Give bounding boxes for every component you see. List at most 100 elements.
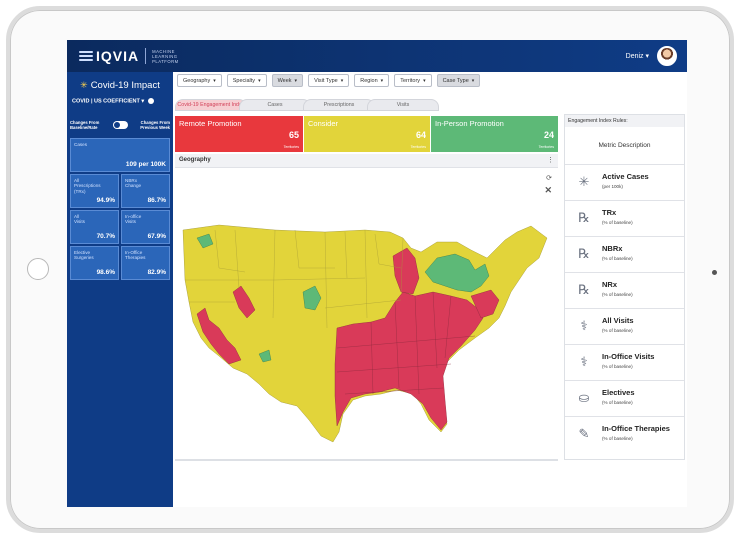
category-remote-promotion[interactable]: Remote Promotion 65 Territories xyxy=(175,116,303,152)
coefficient-label[interactable]: COVID | US COEFFICIENT ▾ xyxy=(72,98,144,104)
rule-sub: (% of baseline) xyxy=(602,256,633,261)
tab-cases[interactable]: Cases xyxy=(239,99,311,111)
caret-down-icon: ▾ xyxy=(294,77,298,84)
category-count: 24 xyxy=(543,130,554,140)
filter-bar: Geography ▾ Specialty ▾ Week ▾ Visit Type ▾ … xyxy=(177,74,685,90)
rule-nbrx: ℞ NBRx (% of baseline) xyxy=(565,237,684,273)
tile-value: 70.7% xyxy=(96,233,115,240)
filter-specialty[interactable]: Specialty ▾ xyxy=(226,74,267,87)
logo-subtitle: MACHINE LEARNING PLATFORM xyxy=(152,48,179,64)
sidebar-title: ✳ Covid-19 Impact xyxy=(67,80,173,91)
rule-sub: (% of baseline) xyxy=(602,400,633,405)
category-count: 64 xyxy=(415,130,426,140)
tile-label: All Prescriptions (TRx) xyxy=(74,178,101,194)
home-button[interactable] xyxy=(27,258,49,280)
category-consider[interactable]: Consider 64 Territories xyxy=(304,116,430,152)
rules-title: Engagement Index Rules: xyxy=(565,115,684,127)
category-count: 65 xyxy=(288,130,299,140)
close-icon[interactable]: ✕ xyxy=(544,185,552,196)
caret-down-icon: ▾ xyxy=(380,77,384,84)
sidebar-title-text: Covid-19 Impact xyxy=(90,80,160,91)
tile-value: 67.9% xyxy=(147,233,166,240)
tab-prescriptions[interactable]: Prescriptions xyxy=(303,99,375,111)
toggle-right-label: Changes From Previous Week xyxy=(140,120,170,130)
tile-trx[interactable]: All Prescriptions (TRx) 94.9% xyxy=(70,174,119,208)
caret-down-icon: ▾ xyxy=(471,77,475,84)
rule-sub: (% of baseline) xyxy=(602,220,633,225)
iqvia-mark-icon xyxy=(79,51,93,61)
rule-title: All Visits xyxy=(602,316,634,325)
rx-icon: ℞ xyxy=(578,210,590,225)
toggle-left-label: Changes From Baseline/Rate xyxy=(70,120,100,130)
filter-region[interactable]: Region ▾ xyxy=(354,74,390,87)
caret-down-icon: ▾ xyxy=(213,77,216,84)
tile-nbrx[interactable]: NBRx Change 86.7% xyxy=(121,174,170,208)
user-menu[interactable]: Deniz ▾ xyxy=(626,46,677,66)
tile-label: In-Office Therapies xyxy=(125,250,146,261)
tile-inoffice-visits[interactable]: In-office Visits 67.9% xyxy=(121,210,170,244)
caret-down-icon: ▾ xyxy=(258,77,261,84)
camera-dot xyxy=(712,270,717,275)
filter-case-type[interactable]: Case Type ▾ xyxy=(436,74,481,87)
engagement-rules-panel: Engagement Index Rules: Metric Descripti… xyxy=(564,114,685,460)
refresh-icon[interactable]: ⟳ xyxy=(546,174,552,182)
rule-sub: (% of baseline) xyxy=(602,436,633,441)
tab-visits[interactable]: Visits xyxy=(367,99,439,111)
info-icon[interactable] xyxy=(148,98,155,104)
rule-inoffice-visits: ⚕ In-Office Visits (% of baseline) xyxy=(565,345,684,381)
rx-icon: ℞ xyxy=(578,282,590,297)
filter-week[interactable]: Week ▾ xyxy=(271,74,304,87)
tile-label: NBRx Change xyxy=(125,178,142,189)
filter-visit-type[interactable]: Visit Type ▾ xyxy=(308,74,350,87)
geography-header: Geography ⋮ xyxy=(175,154,558,168)
rule-sub: (% of baseline) xyxy=(602,292,633,297)
tile-label: All Visits xyxy=(74,214,85,225)
category-in-person-promotion[interactable]: In-Person Promotion 24 Territories xyxy=(431,116,558,152)
rule-title: Active Cases xyxy=(602,172,649,181)
tile-value: 82.9% xyxy=(147,269,166,276)
tab-engagement-index[interactable]: Covid-19 Engagement Index xyxy=(175,99,247,111)
avatar[interactable] xyxy=(657,46,677,66)
tile-all-visits[interactable]: All Visits 70.7% xyxy=(70,210,119,244)
app-screen: IQVIA MACHINE LEARNING PLATFORM Deniz ▾ … xyxy=(67,40,687,507)
rx-icon: ℞ xyxy=(578,246,590,261)
filter-label: Region xyxy=(360,77,378,84)
geography-map[interactable]: ⟳ ✕ xyxy=(175,168,558,461)
tile-elective-surgeries[interactable]: Elective Surgeries 98.6% xyxy=(70,246,119,280)
change-toggle-row: Changes From Baseline/Rate Changes From … xyxy=(70,118,170,132)
category-name: Remote Promotion xyxy=(179,119,242,128)
filter-label: Specialty xyxy=(232,77,256,84)
filter-territory[interactable]: Territory ▾ xyxy=(394,74,432,87)
category-name: In-Person Promotion xyxy=(435,119,504,128)
rule-sub: (% of baseline) xyxy=(602,328,633,333)
filter-label: Territory xyxy=(400,77,421,84)
coefficient-selector[interactable]: COVID | US COEFFICIENT ▾ xyxy=(72,98,155,104)
tile-label: Cases xyxy=(74,142,88,147)
filter-geography[interactable]: Geography ▾ xyxy=(177,74,222,87)
category-unit: Territories xyxy=(283,145,299,149)
user-name[interactable]: Deniz ▾ xyxy=(626,52,649,60)
tile-value: 98.6% xyxy=(96,269,115,276)
caret-down-icon: ▾ xyxy=(340,77,344,84)
logo-text: IQVIA xyxy=(96,48,140,64)
top-bar: IQVIA MACHINE LEARNING PLATFORM Deniz ▾ xyxy=(67,40,687,72)
filter-label: Week xyxy=(277,77,292,84)
tile-inoffice-therapies[interactable]: In-Office Therapies 82.9% xyxy=(121,246,170,280)
rule-active-cases: ✳ Active Cases (per 100k) xyxy=(565,165,684,201)
rule-all-visits: ⚕ All Visits (% of baseline) xyxy=(565,309,684,345)
filter-label: Case Type xyxy=(442,77,469,84)
us-territory-map[interactable] xyxy=(175,168,558,461)
tile-cases[interactable]: Cases 109 per 100K xyxy=(70,138,170,172)
virus-icon: ✳ xyxy=(578,174,590,189)
more-options-icon[interactable]: ⋮ xyxy=(547,156,554,164)
logo[interactable]: IQVIA MACHINE LEARNING PLATFORM xyxy=(79,48,188,64)
change-toggle[interactable] xyxy=(112,121,128,129)
rule-title: In-Office Therapies xyxy=(602,424,670,433)
rule-nrx: ℞ NRx (% of baseline) xyxy=(565,273,684,309)
rule-electives: ⛀ Electives (% of baseline) xyxy=(565,381,684,417)
category-unit: Territories xyxy=(410,145,426,149)
tab-bar: Covid-19 Engagement Index Cases Prescrip… xyxy=(175,99,475,111)
rule-title: NBRx xyxy=(602,244,623,253)
geography-title: Geography xyxy=(179,157,211,163)
rule-title: In-Office Visits xyxy=(602,352,655,361)
